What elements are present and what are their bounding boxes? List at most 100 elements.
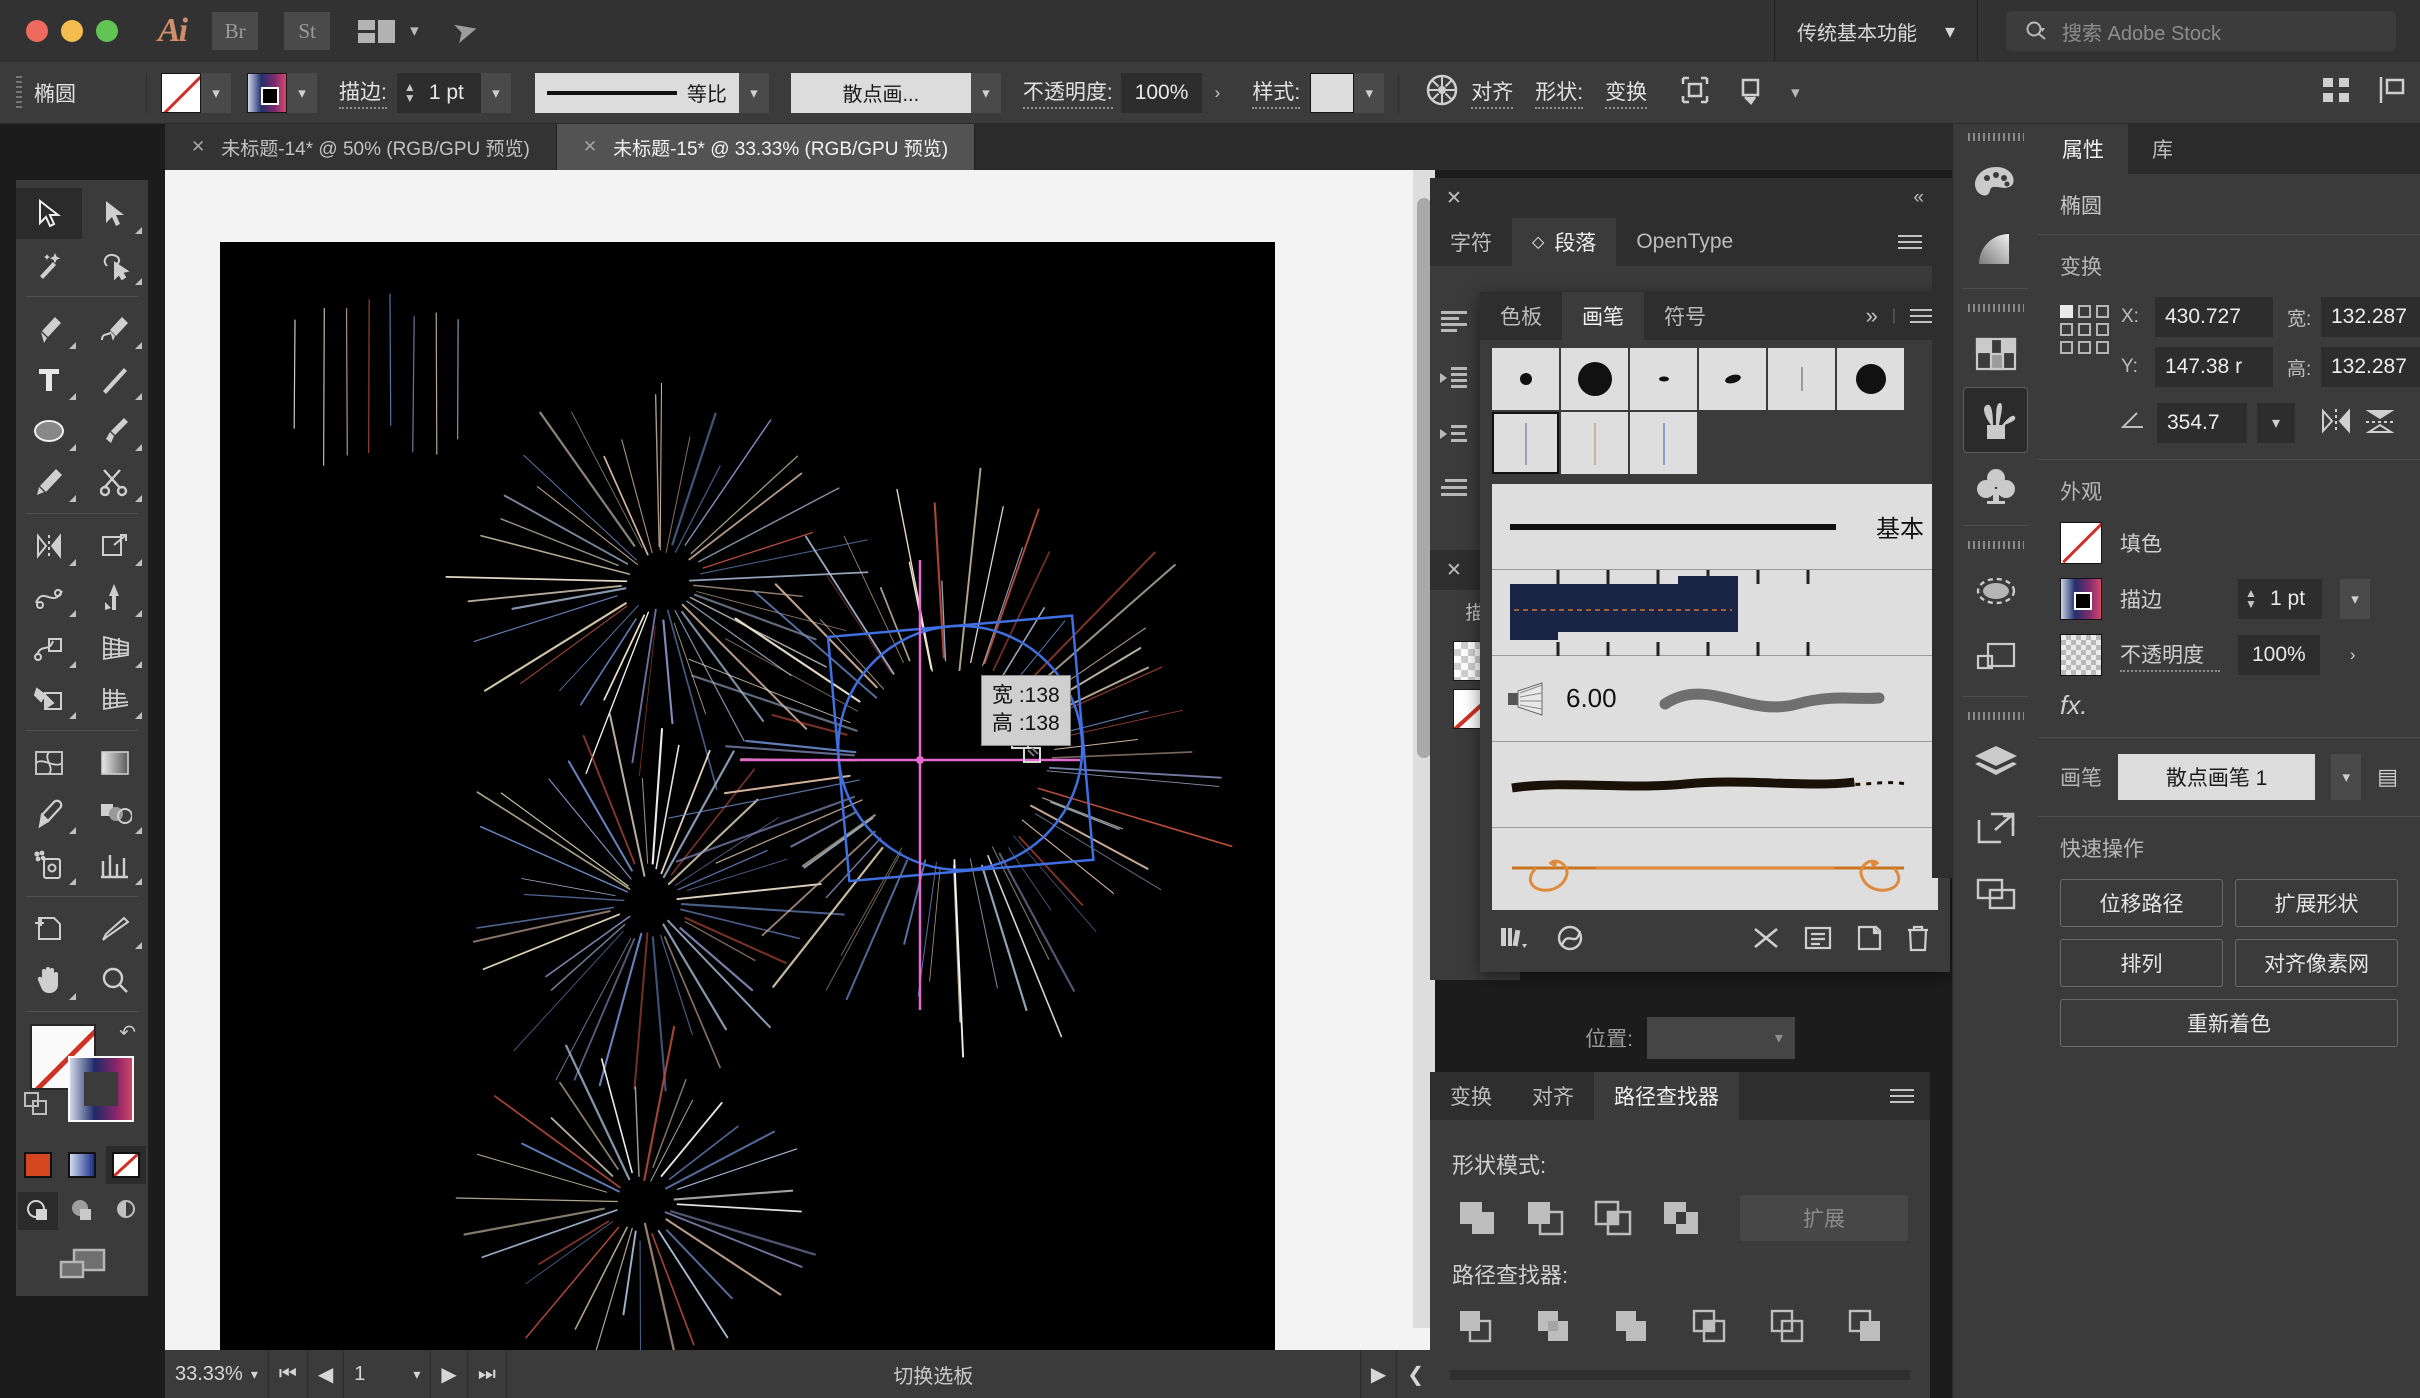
trim-icon[interactable]: [1530, 1302, 1582, 1354]
paintbrush-tool[interactable]: [82, 405, 148, 456]
brushes-panel-menu-icon[interactable]: [1910, 309, 1934, 323]
stock-button[interactable]: St: [284, 12, 331, 50]
symbol-sprayer-tool[interactable]: [16, 839, 82, 890]
tab-swatches[interactable]: 色板: [1480, 292, 1562, 340]
stroke-position-select[interactable]: ▾: [1646, 1017, 1795, 1059]
blend-tool[interactable]: [82, 788, 148, 839]
tab-properties[interactable]: 属性: [2038, 124, 2128, 174]
fill-swatch[interactable]: [2060, 522, 2102, 564]
brush-select[interactable]: 散点画笔 1: [2118, 754, 2316, 800]
rotate-tool[interactable]: [16, 520, 82, 571]
opacity-options-icon[interactable]: ›: [1202, 72, 1233, 113]
curvature-tool[interactable]: [82, 303, 148, 354]
angle-dropdown-icon[interactable]: ▾: [2257, 403, 2295, 443]
merge-icon[interactable]: [1608, 1302, 1660, 1354]
close-tab-icon[interactable]: ✕: [583, 137, 597, 157]
hand-tool[interactable]: [16, 954, 82, 1005]
column-graph-tool[interactable]: [82, 839, 148, 890]
symbols-icon[interactable]: [1953, 453, 2038, 519]
brush-swatch-dot-small[interactable]: [1492, 348, 1559, 410]
mesh-tool[interactable]: [16, 737, 82, 788]
change-screen-mode[interactable]: [16, 1244, 148, 1284]
tab-opentype[interactable]: OpenType: [1616, 218, 1753, 266]
expand-button[interactable]: 扩展: [1740, 1195, 1908, 1241]
brush-list-item-charcoal[interactable]: [1492, 742, 1938, 828]
free-transform-tool[interactable]: [82, 571, 148, 622]
opacity-input[interactable]: 100%: [2238, 635, 2320, 675]
pencil-tool[interactable]: [16, 456, 82, 507]
properties-panel[interactable]: 属性 库 椭圆 变换 X: 430.727 Y: 147.38 r 宽: 132…: [2038, 124, 2420, 1398]
reference-point-selector[interactable]: [2060, 305, 2109, 354]
outline-icon[interactable]: [1764, 1302, 1816, 1354]
color-palette-icon[interactable]: [1953, 150, 2038, 216]
close-window-button[interactable]: [26, 20, 48, 42]
graphic-style-swatch[interactable]: [1310, 72, 1355, 113]
draw-inside-mode[interactable]: [106, 1192, 146, 1230]
color-mode-gradient[interactable]: [62, 1146, 102, 1184]
brush-swatch-dot-large[interactable]: [1561, 348, 1628, 410]
indent-left-icon[interactable]: [1436, 350, 1472, 406]
page-nav-next[interactable]: ▶: [431, 1350, 468, 1398]
dock-grip[interactable]: [1953, 295, 2038, 321]
shape-builder-tool[interactable]: [16, 622, 82, 673]
minimize-window-button[interactable]: [61, 20, 83, 42]
minus-front-icon[interactable]: [1520, 1192, 1572, 1244]
brush-swatch-dot-tiny[interactable]: [1630, 348, 1697, 410]
color-mode-none[interactable]: [106, 1146, 146, 1184]
brush-swatch-line-thin[interactable]: [1768, 348, 1835, 410]
new-brush-icon[interactable]: [1854, 924, 1884, 958]
scale-tool[interactable]: [82, 520, 148, 571]
close-tab-icon[interactable]: ✕: [191, 137, 205, 157]
pathfinder-panel[interactable]: 变换 对齐 路径查找器 形状模式: 扩展 路径查找器:: [1430, 1072, 1930, 1398]
isolate-selected-object-icon[interactable]: [1667, 75, 1723, 111]
page-nav-last[interactable]: ⏭: [468, 1350, 507, 1398]
color-guide-icon[interactable]: [1953, 216, 2038, 282]
brush-libraries-icon[interactable]: [1498, 924, 1532, 958]
document-setup-icon[interactable]: [2364, 74, 2420, 112]
stroke-weight-field[interactable]: ▲ ▼ 1 pt: [396, 72, 481, 113]
control-bar-grip[interactable]: [16, 75, 22, 110]
brush-dropdown-icon[interactable]: ▾: [2331, 754, 2362, 800]
artboard-tool[interactable]: [16, 903, 82, 954]
opacity-swatch[interactable]: [2060, 634, 2102, 676]
exclude-icon[interactable]: [1656, 1192, 1708, 1244]
brushes-panel[interactable]: 色板 画笔 符号 » | 基本 6.00: [1480, 292, 1950, 972]
brush-swatch-spark-gray[interactable]: [1492, 412, 1559, 474]
page-nav-prev[interactable]: ◀: [308, 1350, 345, 1398]
status-mode-label[interactable]: 切换选板: [507, 1350, 1361, 1398]
gradient-tool[interactable]: [82, 737, 148, 788]
stock-search-field[interactable]: 搜索 Adobe Stock: [2006, 11, 2396, 51]
stroke-dropdown-icon[interactable]: ▾: [287, 72, 317, 113]
swatches-icon[interactable]: [1953, 321, 2038, 387]
expand-panel-icon[interactable]: »: [1866, 303, 1878, 329]
panel-scroll-column[interactable]: [1932, 178, 1952, 878]
offset-path-button[interactable]: 位移路径: [2060, 879, 2223, 927]
angle-input[interactable]: 354.7: [2157, 403, 2247, 443]
arrange-button[interactable]: 排列: [2060, 939, 2223, 987]
brush-swatch-spark-tan[interactable]: [1561, 412, 1628, 474]
page-nav-first[interactable]: ⏮: [269, 1350, 308, 1398]
stroke-weight-field[interactable]: ▲ ▼ 1 pt: [2238, 579, 2322, 619]
artboard[interactable]: 位置: [220, 242, 1275, 1350]
document-tab-1[interactable]: ✕ 未标题-14* @ 50% (RGB/GPU 预览): [165, 124, 557, 170]
align-left-icon[interactable]: [1436, 294, 1472, 350]
default-fill-stroke-icon[interactable]: [24, 1092, 50, 1118]
arrange-documents-icon[interactable]: [358, 16, 398, 46]
selection-tool[interactable]: [16, 188, 82, 239]
expand-shape-button[interactable]: 扩展形状: [2235, 879, 2398, 927]
links-icon[interactable]: [1953, 861, 2038, 927]
minus-back-icon[interactable]: [1842, 1302, 1894, 1354]
pen-tool[interactable]: [16, 303, 82, 354]
transform-menu-button[interactable]: 变换: [1605, 76, 1648, 109]
window-controls[interactable]: [26, 20, 118, 42]
brush-list-item-bristle[interactable]: 6.00: [1492, 656, 1938, 742]
collapse-icon[interactable]: «: [1913, 187, 1924, 209]
stroke-weight-dropdown-icon[interactable]: ▾: [2340, 579, 2370, 619]
dock-grip[interactable]: [1953, 124, 2038, 150]
stroke-weight-dropdown-icon[interactable]: ▾: [480, 72, 511, 113]
brush-swatch-spark-blue[interactable]: [1630, 412, 1697, 474]
perspective-selection-tool[interactable]: [82, 673, 148, 724]
align-distribute-icon[interactable]: [2308, 74, 2364, 112]
stroke-swatch-tool[interactable]: [68, 1056, 134, 1122]
opacity-options-icon[interactable]: ›: [2337, 635, 2368, 675]
